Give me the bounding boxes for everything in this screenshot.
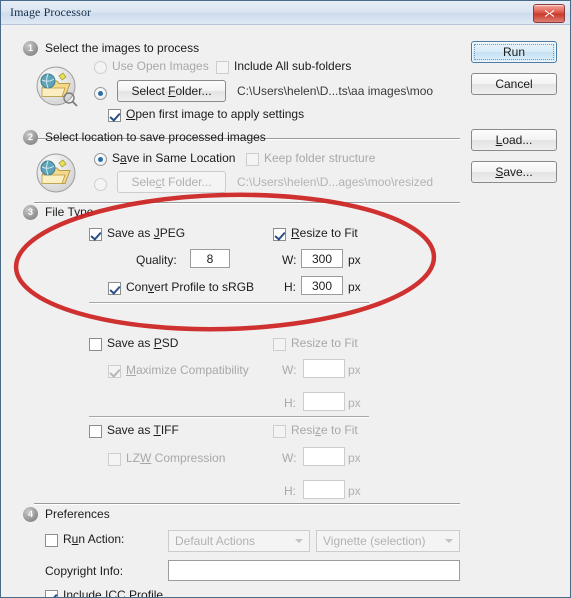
step-1-title: Select the images to process — [45, 41, 200, 55]
tiff-resize-to-fit-checkbox — [273, 425, 286, 438]
divider-after-step-2 — [34, 202, 460, 204]
select-folder-radio-dest[interactable] — [94, 178, 107, 191]
copyright-info-input[interactable] — [168, 560, 460, 581]
save-button[interactable]: Save... — [471, 161, 557, 183]
select-folder-button-source[interactable]: Select Folder... — [117, 80, 226, 102]
tiff-height-input — [303, 480, 345, 499]
copyright-info-label: Copyright Info: — [45, 564, 124, 578]
run-action-label: Run Action: — [63, 532, 125, 546]
close-icon[interactable] — [533, 4, 565, 23]
lzw-compression-label: LZW Compression — [126, 451, 226, 465]
step-4-title: Preferences — [45, 507, 110, 521]
psd-resize-to-fit-checkbox — [273, 338, 286, 351]
title-bar: Image Processor — [1, 1, 570, 25]
lzw-compression-checkbox — [108, 453, 121, 466]
include-subfolders-label: Include All sub-folders — [234, 59, 352, 73]
select-folder-button-dest: Select Folder... — [117, 171, 226, 193]
step-1-badge: 1 — [23, 41, 38, 56]
psd-height-unit: px — [348, 396, 361, 410]
include-icc-profile-checkbox[interactable] — [45, 590, 58, 597]
folder-globe-icon — [36, 66, 78, 107]
chevron-down-icon — [295, 539, 303, 543]
action-name-value: Vignette (selection) — [323, 534, 426, 548]
action-name-dropdown[interactable]: Vignette (selection) — [316, 530, 460, 552]
save-button-label: Save... — [495, 165, 533, 179]
save-as-psd-label: Save as PSD — [107, 336, 179, 350]
jpeg-height-unit: px — [348, 280, 361, 294]
open-first-image-checkbox[interactable] — [108, 109, 121, 122]
save-as-psd-checkbox[interactable] — [89, 338, 102, 351]
step-2-badge: 2 — [23, 130, 38, 145]
keep-folder-structure-checkbox — [246, 153, 259, 166]
chevron-down-icon-2 — [445, 539, 453, 543]
close-x-glyph — [544, 10, 554, 17]
run-button[interactable]: Run — [471, 41, 557, 63]
psd-height-input — [303, 392, 345, 411]
save-as-tiff-checkbox[interactable] — [89, 425, 102, 438]
save-in-same-location-radio[interactable] — [94, 153, 107, 166]
psd-width-unit: px — [348, 363, 361, 377]
psd-width-input — [303, 359, 345, 378]
jpeg-quality-label: Quality: — [136, 253, 177, 267]
tiff-height-unit: px — [348, 484, 361, 498]
tiff-width-label: W: — [282, 451, 297, 465]
jpeg-width-unit: px — [348, 253, 361, 267]
jpeg-resize-to-fit-label: Resize to Fit — [291, 226, 358, 240]
open-first-image-label: Open first image to apply settings — [126, 107, 305, 121]
jpeg-width-input[interactable]: 300 — [301, 249, 343, 268]
select-folder-radio-source[interactable] — [94, 87, 107, 100]
run-button-label: Run — [502, 45, 525, 59]
tiff-height-label: H: — [284, 484, 296, 498]
save-as-jpeg-label: Save as JPEG — [107, 226, 186, 240]
keep-folder-structure-label: Keep folder structure — [264, 151, 376, 165]
divider-after-step-3 — [34, 503, 460, 505]
maximize-compatibility-label: Maximize Compatibility — [126, 363, 249, 377]
save-in-same-location-label: Save in Same Location — [112, 151, 236, 165]
tiff-resize-to-fit-label: Resize to Fit — [291, 423, 358, 437]
step-4-badge: 4 — [23, 507, 38, 522]
save-as-tiff-label: Save as TIFF — [107, 423, 179, 437]
dest-folder-path: C:\Users\helen\D...ages\moo\resized — [237, 175, 434, 189]
jpeg-resize-to-fit-checkbox[interactable] — [273, 228, 286, 241]
image-processor-dialog: Image Processor Run Cancel Load... Save.… — [0, 0, 571, 598]
include-icc-profile-label: Include ICC Profile — [63, 588, 164, 598]
use-open-images-label: Use Open Images — [112, 59, 209, 73]
jpeg-width-label: W: — [282, 253, 297, 267]
select-folder-dest-label: Select Folder... — [131, 175, 212, 189]
dialog-body: Run Cancel Load... Save... 1 Select the … — [1, 25, 570, 597]
jpeg-height-label: H: — [284, 280, 296, 294]
tiff-width-unit: px — [348, 451, 361, 465]
convert-profile-srgb-label: Convert Profile to sRGB — [126, 280, 255, 294]
folder-globe-icon-2 — [36, 153, 76, 193]
tiff-width-input — [303, 447, 345, 466]
action-set-dropdown[interactable]: Default Actions — [168, 530, 310, 552]
load-button-label: Load... — [495, 133, 533, 147]
jpeg-height-input[interactable]: 300 — [301, 276, 343, 295]
maximize-compatibility-checkbox — [108, 365, 121, 378]
jpeg-quality-input[interactable]: 8 — [190, 249, 230, 268]
psd-height-label: H: — [284, 396, 296, 410]
convert-profile-srgb-checkbox[interactable] — [108, 282, 121, 295]
psd-width-label: W: — [282, 363, 297, 377]
window-title: Image Processor — [10, 5, 92, 19]
step-3-badge: 3 — [23, 205, 38, 220]
use-open-images-radio — [94, 61, 107, 74]
save-as-jpeg-checkbox[interactable] — [89, 228, 102, 241]
psd-resize-to-fit-label: Resize to Fit — [291, 336, 358, 350]
divider-jpeg-psd — [89, 302, 369, 304]
load-button[interactable]: Load... — [471, 129, 557, 151]
step-2-title: Select location to save processed images — [45, 130, 266, 144]
divider-psd-tiff — [89, 416, 369, 418]
step-3-title: File Type — [45, 205, 94, 219]
cancel-button[interactable]: Cancel — [471, 73, 557, 95]
cancel-button-label: Cancel — [495, 77, 533, 91]
select-folder-source-label: Select Folder... — [131, 84, 212, 98]
source-folder-path: C:\Users\helen\D...ts\aa images\moo — [237, 84, 434, 98]
include-subfolders-checkbox — [216, 61, 229, 74]
action-set-value: Default Actions — [175, 534, 256, 548]
run-action-checkbox[interactable] — [45, 534, 58, 547]
